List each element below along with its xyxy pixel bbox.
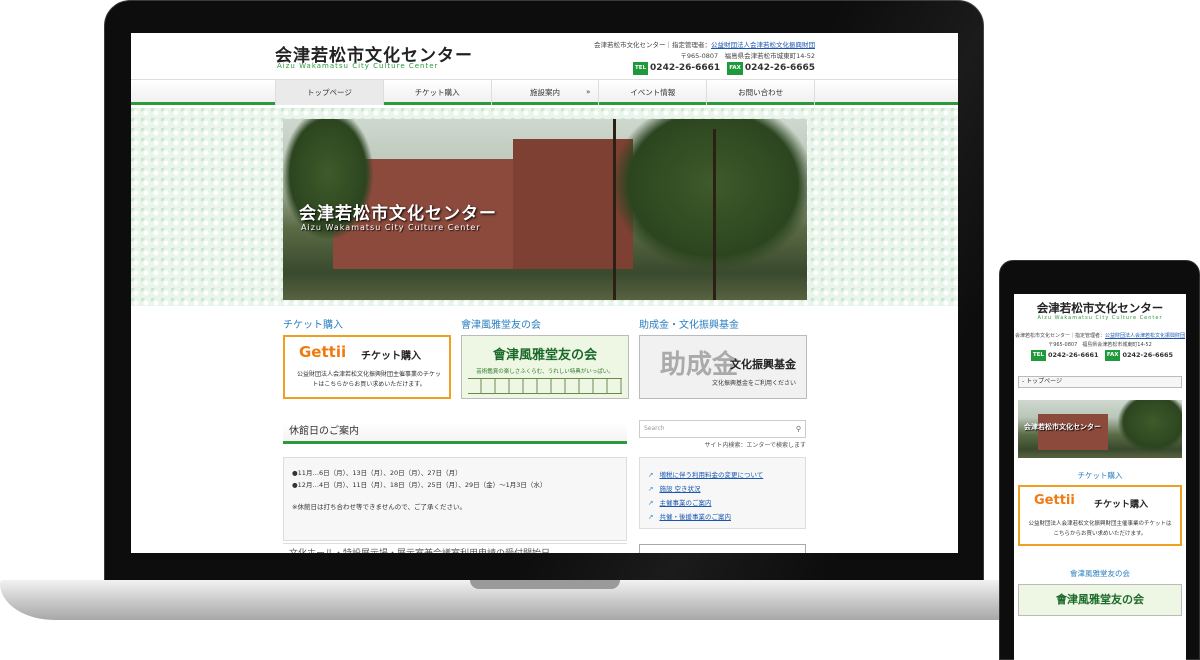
fuga-banner[interactable]: 會津風雅堂友の会 芸術鑑賞の楽しさふくらむ、うれしい特典がいっぱい。	[461, 335, 629, 399]
search-note: サイト内検索：エンターで検索します	[704, 442, 806, 449]
external-link-icon: ↗	[648, 471, 654, 479]
side-link[interactable]: ↗ 増税に伴う利用料金の変更について	[648, 468, 797, 482]
side-link-label: 施設 空き状況	[659, 485, 701, 493]
banner-text: 公益財団法人会津若松文化振興財団主催事業のチケットはこちらからお買い求めいただけ…	[1028, 521, 1172, 537]
manager-label: 会津若松市文化センター｜指定管理者：	[1014, 333, 1105, 339]
nav-item-events[interactable]: イベント情報	[598, 80, 706, 105]
gettii-banner[interactable]: Gettii チケット購入 公益財団法人会津若松文化振興財団主催事業のチケットは…	[283, 335, 451, 399]
closed-days-line: ●11月…6日（月）、13日（月）、20日（月）、27日（月）	[292, 469, 462, 477]
hero-building	[1038, 414, 1108, 450]
side-link[interactable]: ↗ 共催・後援事業のご案内	[648, 510, 797, 524]
closed-days-box: ●11月…6日（月）、13日（月）、20日（月）、27日（月） ●12月…4日（…	[283, 457, 627, 541]
search-icon[interactable]: ⚲	[796, 421, 801, 437]
site-logo-en: Aizu Wakamatsu City Culture Center	[277, 62, 439, 70]
submenu-arrow-icon: »	[586, 88, 591, 96]
mobile-hero-title: 会津若松市文化センター	[1024, 423, 1101, 431]
banner-title: チケット購入	[361, 351, 421, 362]
mobile-nav-select[interactable]: - トップページ	[1018, 376, 1182, 388]
brush-calligraphy: 助成金	[660, 350, 739, 380]
hero-title: 会津若松市文化センター	[299, 204, 497, 224]
manager-link[interactable]: 公益財団法人会津若松文化振興財団	[1105, 333, 1185, 339]
nav-label: チケット購入	[414, 88, 460, 97]
site-header: 会津若松市文化センター Aizu Wakamatsu City Culture …	[275, 33, 815, 79]
main-nav: トップページ チケット購入 施設案内 » イベント情報 お問い合わせ	[131, 79, 958, 105]
fax-badge: FAX	[1104, 350, 1121, 361]
laptop-screen: 会津若松市文化センター Aizu Wakamatsu City Culture …	[131, 33, 958, 553]
hero-tree	[613, 119, 807, 269]
tel-number: 0242-26-6661	[650, 63, 721, 73]
nav-label: イベント情報	[630, 88, 676, 97]
side-link-label: 共催・後援事業のご案内	[659, 513, 731, 521]
header-info: 会津若松市文化センター｜指定管理者：公益財団法人会津若松文化振興財団 〒965-…	[575, 40, 815, 75]
banner-text: 文化振興基金をご利用ください	[711, 380, 796, 387]
nav-label: お問い合わせ	[738, 88, 784, 97]
banner-title: チケット購入	[1094, 500, 1149, 510]
fax-number: 0242-26-6665	[744, 63, 815, 73]
mobile-ticket-heading[interactable]: チケット購入	[1014, 470, 1186, 481]
mobile-fuga-heading[interactable]: 會津風雅堂友の会	[1014, 568, 1186, 579]
fund-banner[interactable]: 助成金 文化振興基金 文化振興基金をご利用ください	[639, 335, 807, 399]
banner-title: 文化振興基金	[730, 358, 796, 371]
banner-text: 公益財団法人会津若松文化振興財団主催事業のチケットはこちらからお買い求めいただけ…	[296, 371, 441, 388]
promo-tickets: チケット購入 Gettii チケット購入 公益財団法人会津若松文化振興財団主催事…	[283, 316, 451, 399]
laptop-notch	[470, 580, 620, 589]
mobile-logo-en: Aizu Wakamatsu City Culture Center	[1037, 315, 1163, 321]
search-input[interactable]: Search ⚲	[639, 420, 806, 438]
mobile-gettii-banner[interactable]: Gettii チケット購入 公益財団法人会津若松文化振興財団主催事業のチケットは…	[1018, 485, 1182, 546]
manager-label: 会津若松市文化センター｜指定管理者：	[594, 41, 711, 49]
next-section-heading: 文化ホール・特設展示場・展示室兼会議室利用申請の受付開始日	[283, 543, 627, 553]
mobile-logo[interactable]: 会津若松市文化センター	[1014, 300, 1186, 316]
side-link[interactable]: ↗ 主催事業のご案内	[648, 496, 797, 510]
hero-trunk	[713, 129, 716, 300]
address: 〒965-0807 福島県会津若松市城東町14-52	[680, 52, 815, 60]
side-link[interactable]: ↗ 施設 空き状況	[648, 482, 797, 496]
promo-fuga: 會津風雅堂友の会 會津風雅堂友の会 芸術鑑賞の楽しさふくらむ、うれしい特典がいっ…	[461, 316, 629, 399]
fax-badge: FAX	[727, 62, 743, 75]
address: 〒965-0807 福島県会津若松市城東町14-52	[1048, 342, 1152, 348]
music-staff-decoration	[468, 378, 622, 394]
gettii-logo: Gettii	[1034, 493, 1075, 508]
promo-fund: 助成金・文化振興基金 助成金 文化振興基金 文化振興基金をご利用ください	[639, 316, 807, 399]
hero-tree	[1118, 400, 1182, 452]
hero-image: 会津若松市文化センター Aizu Wakamatsu City Culture …	[283, 119, 807, 300]
mobile-header-info: 会津若松市文化センター｜指定管理者：公益財団法人会津若松文化振興財団 〒965-…	[1014, 332, 1186, 361]
nav-label: トップページ	[306, 88, 352, 97]
promo-heading[interactable]: 會津風雅堂友の会	[461, 316, 629, 331]
side-link-label: 増税に伴う利用料金の変更について	[659, 471, 764, 479]
promo-heading[interactable]: 助成金・文化振興基金	[639, 316, 807, 331]
fax-number: 0242-26-6665	[1122, 351, 1174, 359]
external-link-icon: ↗	[648, 499, 654, 507]
side-box	[639, 544, 806, 553]
nav-item-tickets[interactable]: チケット購入	[382, 80, 491, 105]
banner-text: 芸術鑑賞の楽しさふくらむ、うれしい特典がいっぱい。	[476, 369, 614, 375]
manager-link[interactable]: 公益財団法人会津若松文化振興財団	[711, 41, 815, 49]
tel-badge: TEL	[633, 62, 649, 75]
banner-title: 會津風雅堂友の会	[492, 348, 597, 363]
external-link-icon: ↗	[648, 485, 654, 493]
hero-trunk	[613, 119, 616, 300]
gettii-logo: Gettii	[299, 343, 347, 361]
device-mockup: 会津若松市文化センター Aizu Wakamatsu City Culture …	[0, 0, 1200, 660]
nav-label: 施設案内	[529, 88, 560, 97]
banner-title: 會津風雅堂友の会	[1056, 593, 1144, 606]
phone-screen: 会津若松市文化センター Aizu Wakamatsu City Culture …	[1014, 294, 1186, 660]
nav-item-top[interactable]: トップページ	[275, 80, 383, 105]
contact-numbers: TEL 0242-26-6661 FAX 0242-26-6665	[1014, 350, 1186, 361]
side-link-label: 主催事業のご案内	[659, 499, 712, 507]
external-link-icon: ↗	[648, 513, 654, 521]
nav-item-facilities[interactable]: 施設案内 »	[490, 80, 599, 105]
tel-number: 0242-26-6661	[1047, 351, 1099, 359]
search-placeholder: Search	[644, 425, 665, 432]
nav-item-contact[interactable]: お問い合わせ	[706, 80, 815, 105]
hero-subtitle: Aizu Wakamatsu City Culture Center	[301, 223, 481, 232]
promo-heading[interactable]: チケット購入	[283, 316, 451, 331]
mobile-hero-image: 会津若松市文化センター	[1018, 400, 1182, 458]
contact-numbers: TEL 0242-26-6661 FAX 0242-26-6665	[575, 62, 815, 75]
closed-days-heading: 休館日のご案内	[283, 422, 627, 444]
mobile-fuga-banner[interactable]: 會津風雅堂友の会	[1018, 584, 1182, 616]
side-links: ↗ 増税に伴う利用料金の変更について ↗ 施設 空き状況 ↗ 主催事業のご案内 ↗ 共催…	[639, 457, 806, 529]
closed-days-note: ※休館日は打ち合わせ等できませんので、ご了承ください。	[292, 503, 466, 511]
closed-days-line: ●12月…4日（月）、11日（月）、18日（月）、25日（月）、29日（金）～1…	[292, 481, 547, 489]
tel-badge: TEL	[1030, 350, 1046, 361]
